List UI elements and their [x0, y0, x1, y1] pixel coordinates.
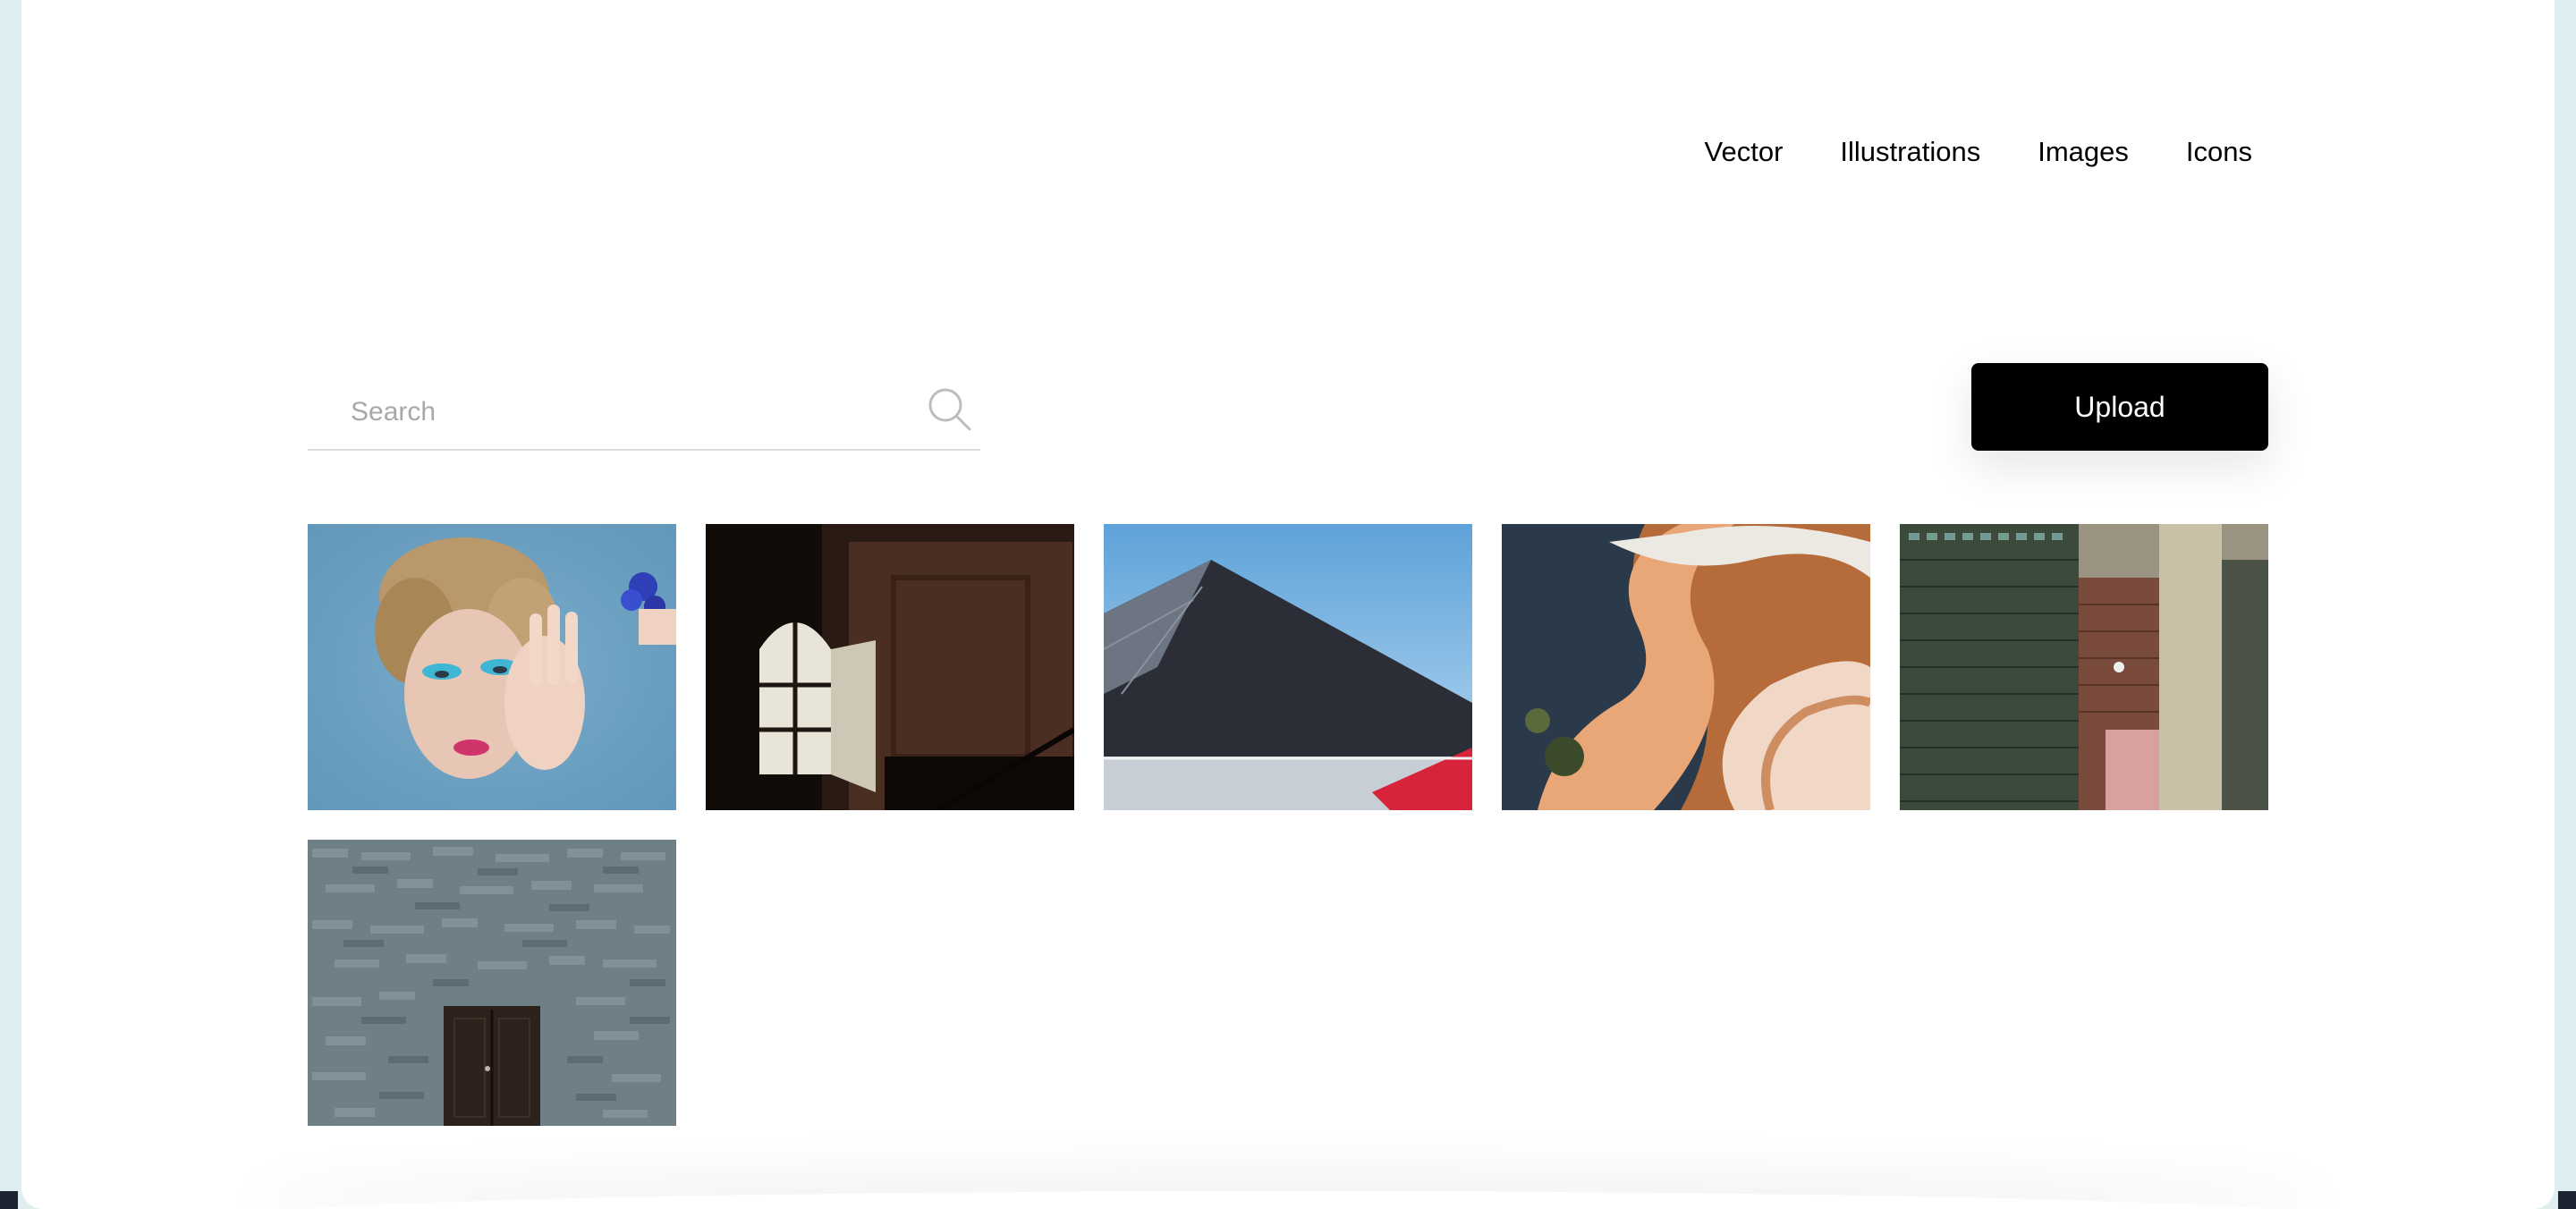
gallery-image-dark-room[interactable] [706, 524, 1074, 810]
portrait-image [308, 524, 676, 810]
search-bar [308, 376, 980, 451]
search-icon[interactable] [923, 383, 977, 436]
gallery-image-building-roof[interactable] [1104, 524, 1472, 810]
building-roof-image [1104, 524, 1472, 810]
nav-item-vector[interactable]: Vector [1705, 129, 1784, 175]
corner-right [2558, 1191, 2576, 1209]
top-nav: Vector Illustrations Images Icons [1705, 129, 2252, 175]
city-image [1900, 524, 2268, 810]
search-input[interactable] [308, 376, 898, 449]
bottom-shadow [245, 1191, 2331, 1209]
aerial-image [1502, 524, 1870, 810]
stone-wall-image [308, 840, 676, 1126]
dark-room-image [706, 524, 1074, 810]
nav-item-illustrations[interactable]: Illustrations [1840, 129, 1980, 175]
corner-left [0, 1191, 18, 1209]
gallery-image-stone-wall[interactable] [308, 840, 676, 1126]
gallery-image-city[interactable] [1900, 524, 2268, 810]
nav-item-images[interactable]: Images [2038, 129, 2129, 175]
gallery-image-aerial[interactable] [1502, 524, 1870, 810]
page: Vector Illustrations Images Icons Upload [21, 0, 2555, 1209]
nav-item-icons[interactable]: Icons [2186, 129, 2252, 175]
upload-button[interactable]: Upload [1971, 363, 2268, 451]
image-gallery [308, 524, 2268, 1126]
window-frame-left [0, 0, 21, 1209]
gallery-image-portrait[interactable] [308, 524, 676, 810]
window-frame-right [2555, 0, 2576, 1209]
